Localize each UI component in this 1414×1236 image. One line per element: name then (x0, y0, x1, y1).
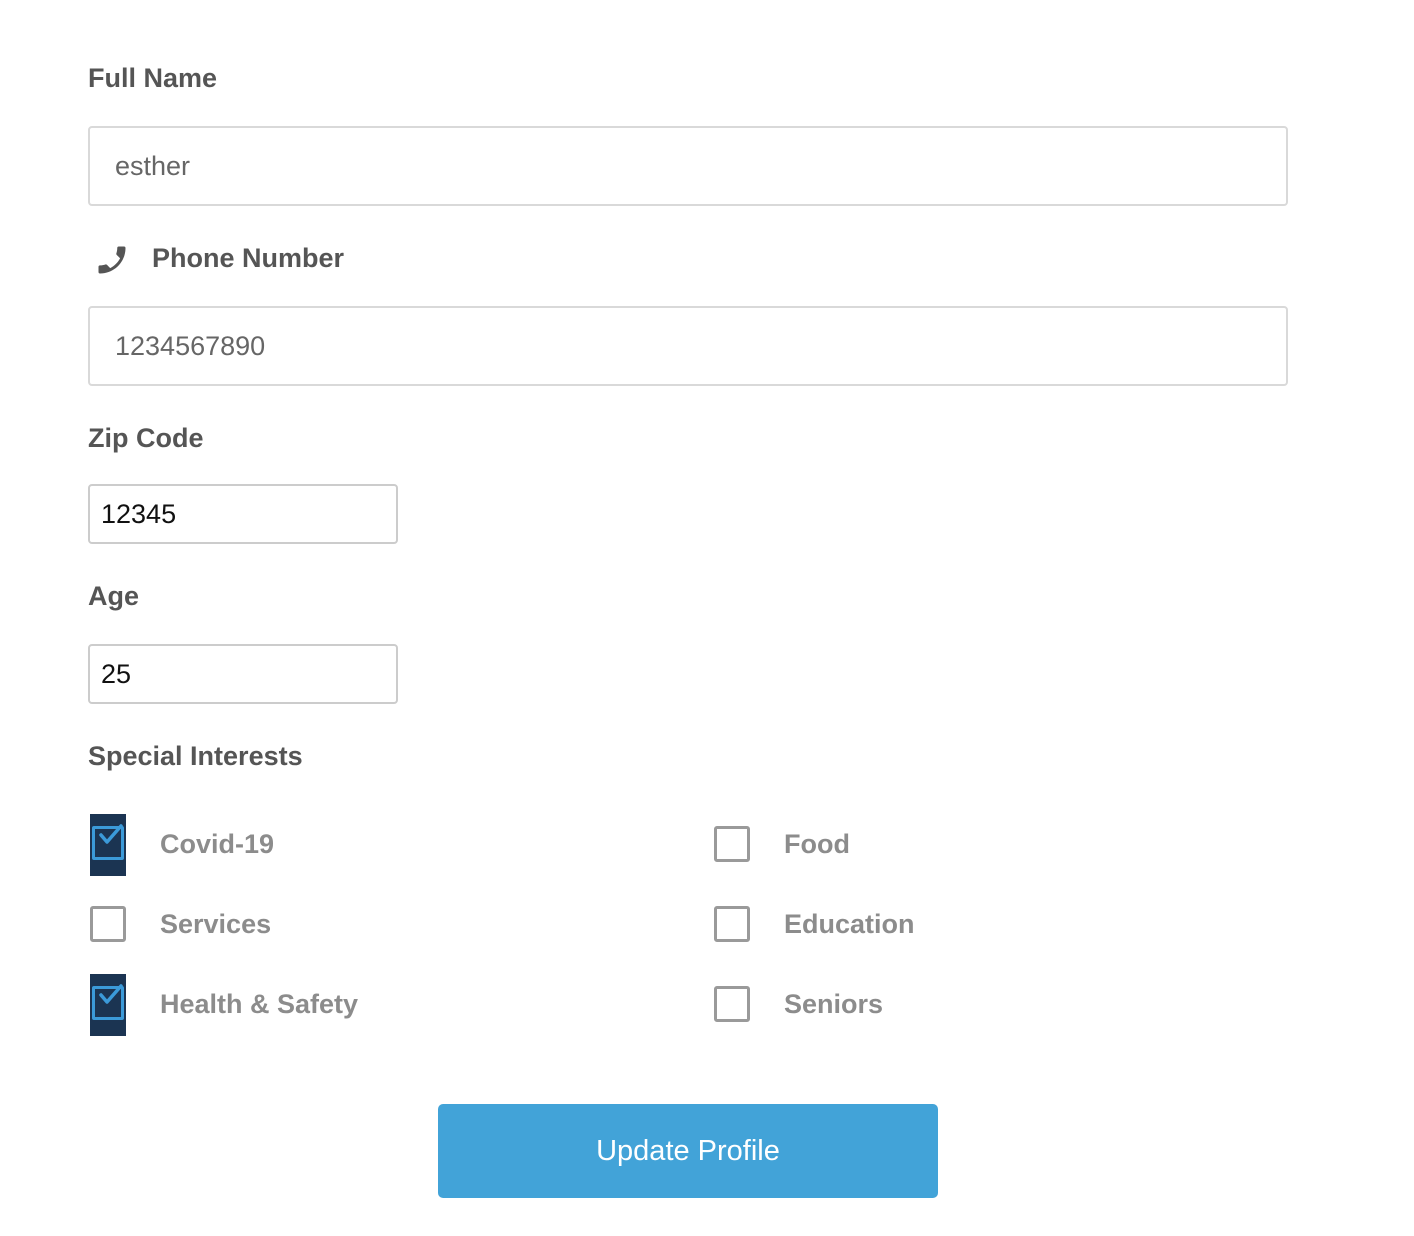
phone-number-input[interactable]: 1234567890 (88, 306, 1288, 386)
age-label: Age (88, 581, 140, 611)
checkbox-education[interactable] (714, 906, 750, 942)
special-interests-label: Special Interests (88, 741, 303, 771)
checkmark-icon (99, 824, 123, 844)
age-input[interactable]: 25 (88, 644, 398, 704)
full-name-label: Full Name (88, 63, 218, 93)
update-profile-button[interactable]: Update Profile (438, 1104, 938, 1198)
update-profile-button-label: Update Profile (596, 1134, 780, 1167)
zip-code-input[interactable]: 12345 (88, 484, 398, 544)
full-name-input[interactable]: esther (88, 126, 1288, 206)
zip-code-label: Zip Code (88, 423, 204, 453)
phone-number-value: 1234567890 (115, 330, 266, 361)
zip-code-value: 12345 (101, 498, 177, 529)
phone-icon (94, 242, 130, 278)
checkbox-services[interactable] (90, 906, 126, 942)
checkmark-icon (99, 984, 123, 1004)
phone-number-label: Phone Number (152, 243, 345, 273)
interest-label-covid-19[interactable]: Covid-19 (160, 831, 274, 858)
checkbox-covid-19[interactable] (90, 814, 126, 876)
checkbox-food[interactable] (714, 826, 750, 862)
interest-label-seniors[interactable]: Seniors (784, 991, 883, 1018)
full-name-value: esther (115, 150, 191, 181)
interest-label-education[interactable]: Education (784, 911, 915, 938)
interest-label-health-safety[interactable]: Health & Safety (160, 991, 358, 1018)
age-value: 25 (101, 658, 132, 689)
interest-label-food[interactable]: Food (784, 831, 850, 858)
checkbox-health-safety[interactable] (90, 974, 126, 1036)
interest-label-services[interactable]: Services (160, 911, 271, 938)
checkbox-seniors[interactable] (714, 986, 750, 1022)
